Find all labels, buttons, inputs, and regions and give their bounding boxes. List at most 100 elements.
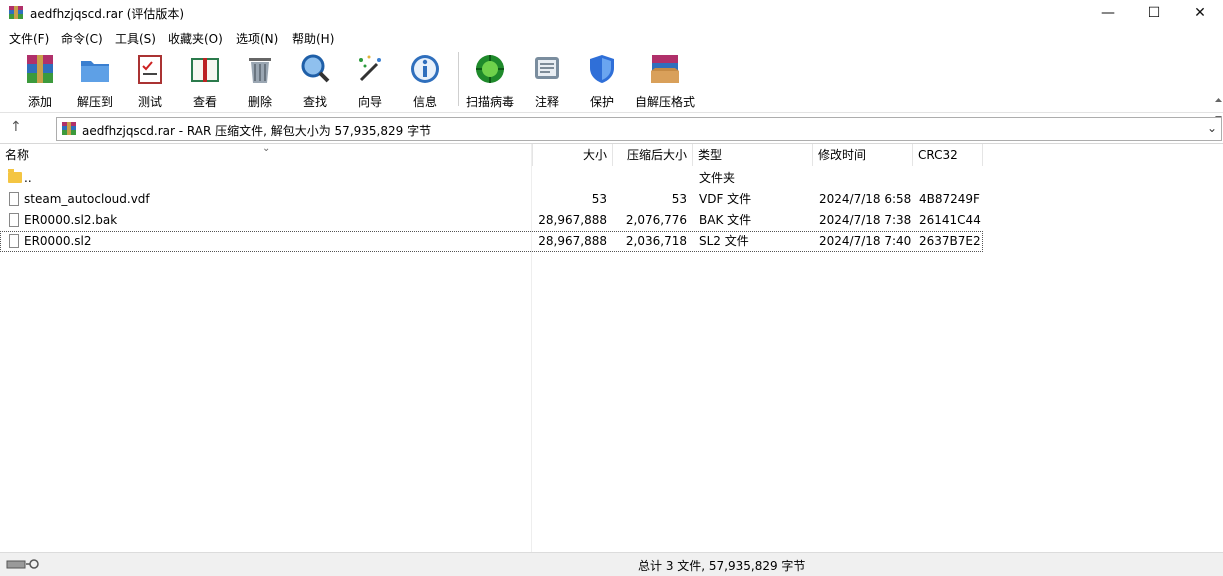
column-header-size[interactable]: 大小 (533, 144, 613, 166)
protect-button[interactable]: 保护 (574, 52, 630, 110)
trash-icon (249, 58, 271, 83)
row-crc (919, 168, 981, 189)
column-header-name[interactable]: 名称 ⌄ (0, 143, 533, 166)
table-row[interactable]: steam_autocloud.vdf 53 53 VDF 文件 2024/7/… (0, 189, 983, 210)
menu-file[interactable]: 文件(F) (9, 30, 49, 47)
address-field[interactable]: aedfhzjqscd.rar - RAR 压缩文件, 解包大小为 57,935… (56, 117, 1222, 141)
info-button[interactable]: 信息 (397, 52, 453, 110)
view-label: 查看 (192, 95, 217, 109)
row-packed: 2,076,776 (625, 213, 687, 227)
row-size: 53 (591, 192, 607, 206)
maximize-button[interactable]: ☐ (1131, 0, 1177, 26)
view-book-icon (191, 58, 219, 82)
row-name: ER0000.sl2 (24, 234, 92, 248)
winrar-icon (9, 6, 23, 19)
test-clipboard-icon (138, 55, 162, 84)
menu-favorites[interactable]: 收藏夹(O) (168, 30, 223, 47)
extract-folder-icon (81, 61, 109, 82)
folder-icon (8, 169, 22, 183)
add-label: 添加 (27, 95, 52, 109)
sfx-button[interactable]: 自解压格式 (630, 52, 700, 110)
row-packed: 53 (671, 192, 687, 206)
extract-button[interactable]: 解压到 (67, 52, 123, 110)
wizard-button[interactable]: 向导 (342, 52, 398, 110)
table-row[interactable]: ER0000.sl2.bak 28,967,888 2,076,776 BAK … (0, 210, 983, 231)
up-folder-button[interactable]: ↑ (10, 119, 36, 139)
row-type: VDF 文件 (699, 192, 752, 206)
file-list: 名称 ⌄ 大小 压缩后大小 类型 修改时间 CRC32 .. 文件夹 steam… (0, 143, 1223, 553)
file-icon (9, 234, 19, 248)
file-icon (9, 192, 19, 206)
info-icon (411, 55, 439, 83)
address-dropdown-icon[interactable]: ⌄ (1207, 121, 1217, 135)
drive-key-icon (6, 559, 39, 569)
row-modified (819, 168, 911, 189)
delete-label: 删除 (247, 95, 272, 109)
comment-button[interactable]: 注释 (519, 52, 575, 110)
toolbar-separator (458, 52, 459, 106)
add-archive-icon (27, 55, 53, 83)
comment-label: 注释 (534, 95, 559, 109)
address-text: aedfhzjqscd.rar - RAR 压缩文件, 解包大小为 57,935… (82, 124, 432, 138)
file-icon (9, 213, 19, 227)
info-label: 信息 (412, 95, 437, 109)
row-type: SL2 文件 (699, 234, 749, 248)
row-crc: 4B87249F (919, 192, 980, 206)
row-packed: 2,036,718 (625, 234, 687, 248)
archive-icon (62, 122, 76, 135)
column-header-modified[interactable]: 修改时间 (813, 144, 913, 166)
row-name: .. (24, 171, 32, 185)
column-header-crc[interactable]: CRC32 (913, 144, 983, 166)
magnifier-icon (301, 54, 330, 83)
title-bar: aedfhzjqscd.rar (评估版本) — ☐ ✕ (0, 0, 1223, 26)
virus-scan-label: 扫描病毒 (465, 95, 514, 109)
find-button[interactable]: 查找 (287, 52, 343, 110)
find-label: 查找 (302, 95, 327, 109)
status-text: 总计 3 文件, 57,935,829 字节 (638, 559, 806, 573)
window-title: aedfhzjqscd.rar (评估版本) (30, 7, 185, 21)
sfx-label: 自解压格式 (634, 95, 695, 109)
table-row-parent[interactable]: .. 文件夹 (0, 168, 983, 189)
wizard-label: 向导 (357, 95, 382, 109)
sfx-box-icon (651, 55, 679, 83)
address-row: ↑ aedfhzjqscd.rar - RAR 压缩文件, 解包大小为 57,9… (0, 116, 1223, 142)
test-button[interactable]: 测试 (122, 52, 178, 110)
row-name: ER0000.sl2.bak (24, 213, 118, 227)
virus-scan-button[interactable]: 扫描病毒 (462, 52, 518, 110)
row-modified: 2024/7/18 7:40 (819, 234, 911, 248)
table-row-focused[interactable]: ER0000.sl2 28,967,888 2,036,718 SL2 文件 2… (0, 231, 983, 252)
list-header: 名称 ⌄ 大小 压缩后大小 类型 修改时间 CRC32 (0, 143, 983, 166)
extract-label: 解压到 (76, 95, 113, 109)
menu-help[interactable]: 帮助(H) (292, 30, 334, 47)
menu-commands[interactable]: 命令(C) (61, 30, 103, 47)
row-name: steam_autocloud.vdf (24, 192, 150, 206)
row-packed (613, 168, 687, 189)
column-header-type[interactable]: 类型 (693, 144, 813, 166)
row-type: 文件夹 (699, 171, 736, 185)
protect-label: 保护 (589, 95, 614, 109)
comment-icon (535, 57, 559, 79)
shield-icon (590, 55, 614, 83)
menu-bar: 文件(F) 命令(C) 工具(S) 收藏夹(O) 选项(N) 帮助(H) (0, 27, 1223, 47)
menu-options[interactable]: 选项(N) (236, 30, 278, 47)
magic-wand-icon (359, 55, 381, 82)
row-size: 28,967,888 (538, 213, 607, 227)
toolbar: 添加 解压到 测试 查看 删除 查找 向导 信息 扫描病毒 注释 保护 自解压格… (0, 48, 1223, 120)
delete-button[interactable]: 删除 (232, 52, 288, 110)
sort-indicator-icon: ⌄ (262, 143, 271, 154)
row-type: BAK 文件 (699, 213, 752, 227)
status-bar: 总计 3 文件, 57,935,829 字节 (0, 552, 1223, 576)
minimize-button[interactable]: — (1085, 0, 1131, 26)
view-button[interactable]: 查看 (177, 52, 233, 110)
row-crc: 2637B7E2 (919, 234, 981, 248)
test-label: 测试 (137, 95, 162, 109)
row-size (533, 168, 607, 189)
add-button[interactable]: 添加 (12, 52, 68, 110)
menu-tools[interactable]: 工具(S) (115, 30, 156, 47)
row-crc: 26141C44 (919, 213, 981, 227)
row-size: 28,967,888 (538, 234, 607, 248)
close-button[interactable]: ✕ (1177, 0, 1223, 26)
virus-scan-icon (476, 55, 504, 83)
column-header-packed[interactable]: 压缩后大小 (613, 144, 693, 166)
row-modified: 2024/7/18 7:38 (819, 213, 911, 227)
